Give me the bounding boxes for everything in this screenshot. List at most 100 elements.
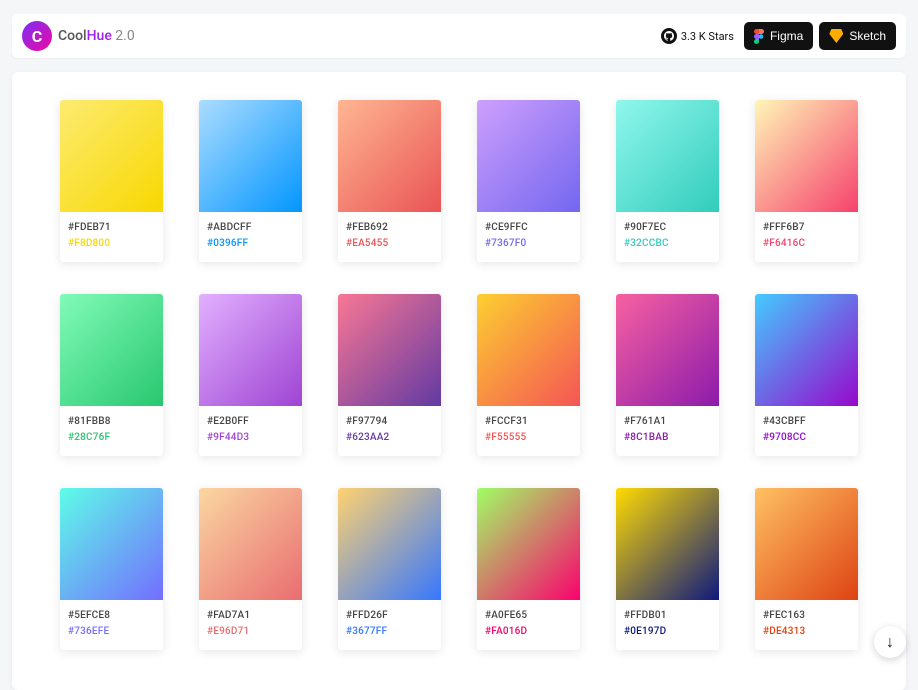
gradient-preview (199, 294, 302, 406)
gradient-swatch[interactable]: #FEB692#EA5455 (338, 100, 441, 262)
hex-to: #DE4313 (763, 624, 850, 640)
gradient-preview (616, 488, 719, 600)
gradient-swatch[interactable]: #A0FE65#FA016D (477, 488, 580, 650)
gradient-swatch[interactable]: #ABDCFF#0396FF (199, 100, 302, 262)
sketch-label: Sketch (849, 29, 886, 43)
hex-to: #F55555 (485, 430, 572, 446)
hex-to: #7367F0 (485, 236, 572, 252)
swatch-meta: #FFF6B7#F6416C (755, 212, 858, 262)
gradient-swatch[interactable]: #43CBFF#9708CC (755, 294, 858, 456)
swatch-meta: #43CBFF#9708CC (755, 406, 858, 456)
gradient-preview (616, 294, 719, 406)
gradient-preview (755, 488, 858, 600)
gradient-preview (477, 488, 580, 600)
gradient-swatch[interactable]: #81FBB8#28C76F (60, 294, 163, 456)
hex-to: #0E197D (624, 624, 711, 640)
swatch-meta: #FEC163#DE4313 (755, 600, 858, 650)
hex-to: #9F44D3 (207, 430, 294, 446)
swatch-meta: #F97794#623AA2 (338, 406, 441, 456)
hex-from: #FFD26F (346, 608, 433, 624)
gradient-preview (338, 488, 441, 600)
swatch-meta: #FFD26F#3677FF (338, 600, 441, 650)
hex-from: #FCCF31 (485, 414, 572, 430)
hex-to: #736EFE (68, 624, 155, 640)
hex-to: #FA016D (485, 624, 572, 640)
hex-to: #28C76F (68, 430, 155, 446)
hex-from: #90F7EC (624, 220, 711, 236)
header-bar: C CoolHue 2.0 3.3 K Stars Figma Sketch (12, 14, 906, 58)
gradient-swatch[interactable]: #E2B0FF#9F44D3 (199, 294, 302, 456)
hex-from: #ABDCFF (207, 220, 294, 236)
hex-from: #FDEB71 (68, 220, 155, 236)
hex-from: #81FBB8 (68, 414, 155, 430)
gradient-swatch[interactable]: #FFF6B7#F6416C (755, 100, 858, 262)
swatch-meta: #FFDB01#0E197D (616, 600, 719, 650)
gradient-preview (199, 100, 302, 212)
gradient-preview (616, 100, 719, 212)
brand-logo[interactable]: C CoolHue 2.0 (22, 21, 135, 51)
hex-to: #EA5455 (346, 236, 433, 252)
hex-from: #FFDB01 (624, 608, 711, 624)
gradient-swatch[interactable]: #FAD7A1#E96D71 (199, 488, 302, 650)
gradient-swatch[interactable]: #90F7EC#32CCBC (616, 100, 719, 262)
swatch-meta: #FCCF31#F55555 (477, 406, 580, 456)
gradient-swatch[interactable]: #FDEB71#F8D800 (60, 100, 163, 262)
swatch-meta: #E2B0FF#9F44D3 (199, 406, 302, 456)
figma-icon (754, 29, 764, 44)
swatch-meta: #FEB692#EA5455 (338, 212, 441, 262)
gradient-preview (338, 100, 441, 212)
gradient-preview (338, 294, 441, 406)
hex-to: #8C1BAB (624, 430, 711, 446)
figma-button[interactable]: Figma (744, 22, 813, 50)
figma-label: Figma (770, 29, 803, 43)
hex-to: #E96D71 (207, 624, 294, 640)
hex-from: #E2B0FF (207, 414, 294, 430)
hex-from: #43CBFF (763, 414, 850, 430)
hex-to: #3677FF (346, 624, 433, 640)
gradient-preview (755, 294, 858, 406)
gradient-swatch[interactable]: #FEC163#DE4313 (755, 488, 858, 650)
sketch-button[interactable]: Sketch (819, 22, 896, 50)
hex-to: #623AA2 (346, 430, 433, 446)
hex-from: #FEC163 (763, 608, 850, 624)
github-icon (661, 28, 677, 44)
gradient-preview (60, 100, 163, 212)
hex-from: #A0FE65 (485, 608, 572, 624)
hex-from: #FEB692 (346, 220, 433, 236)
hex-to: #0396FF (207, 236, 294, 252)
hex-to: #F6416C (763, 236, 850, 252)
gradient-swatch[interactable]: #F97794#623AA2 (338, 294, 441, 456)
arrow-down-icon: ↓ (886, 632, 894, 652)
swatch-meta: #90F7EC#32CCBC (616, 212, 719, 262)
github-stars-link[interactable]: 3.3 K Stars (661, 28, 734, 44)
brand-hue: Hue (87, 28, 112, 44)
brand-text: CoolHue 2.0 (58, 28, 135, 44)
hex-to: #9708CC (763, 430, 850, 446)
swatch-meta: #FDEB71#F8D800 (60, 212, 163, 262)
hex-from: #5EFCE8 (68, 608, 155, 624)
swatch-meta: #ABDCFF#0396FF (199, 212, 302, 262)
hex-to: #F8D800 (68, 236, 155, 252)
swatch-meta: #5EFCE8#736EFE (60, 600, 163, 650)
logo-mark: C (22, 21, 52, 51)
gradient-swatch[interactable]: #FFDB01#0E197D (616, 488, 719, 650)
scroll-down-fab[interactable]: ↓ (874, 626, 906, 658)
gradient-swatch[interactable]: #CE9FFC#7367F0 (477, 100, 580, 262)
gradient-preview (60, 488, 163, 600)
swatch-meta: #F761A1#8C1BAB (616, 406, 719, 456)
brand-version: 2.0 (112, 28, 135, 44)
gradient-preview (477, 294, 580, 406)
swatch-meta: #FAD7A1#E96D71 (199, 600, 302, 650)
gradient-preview (199, 488, 302, 600)
gradient-preview (477, 100, 580, 212)
swatch-grid: #FDEB71#F8D800 #ABDCFF#0396FF #FEB692#EA54… (60, 100, 858, 650)
gradient-swatch[interactable]: #FFD26F#3677FF (338, 488, 441, 650)
swatch-meta: #CE9FFC#7367F0 (477, 212, 580, 262)
gradient-swatch[interactable]: #FCCF31#F55555 (477, 294, 580, 456)
swatch-meta: #81FBB8#28C76F (60, 406, 163, 456)
gradient-swatch[interactable]: #F761A1#8C1BAB (616, 294, 719, 456)
gradient-swatch[interactable]: #5EFCE8#736EFE (60, 488, 163, 650)
hex-to: #32CCBC (624, 236, 711, 252)
hex-from: #FFF6B7 (763, 220, 850, 236)
swatch-meta: #A0FE65#FA016D (477, 600, 580, 650)
